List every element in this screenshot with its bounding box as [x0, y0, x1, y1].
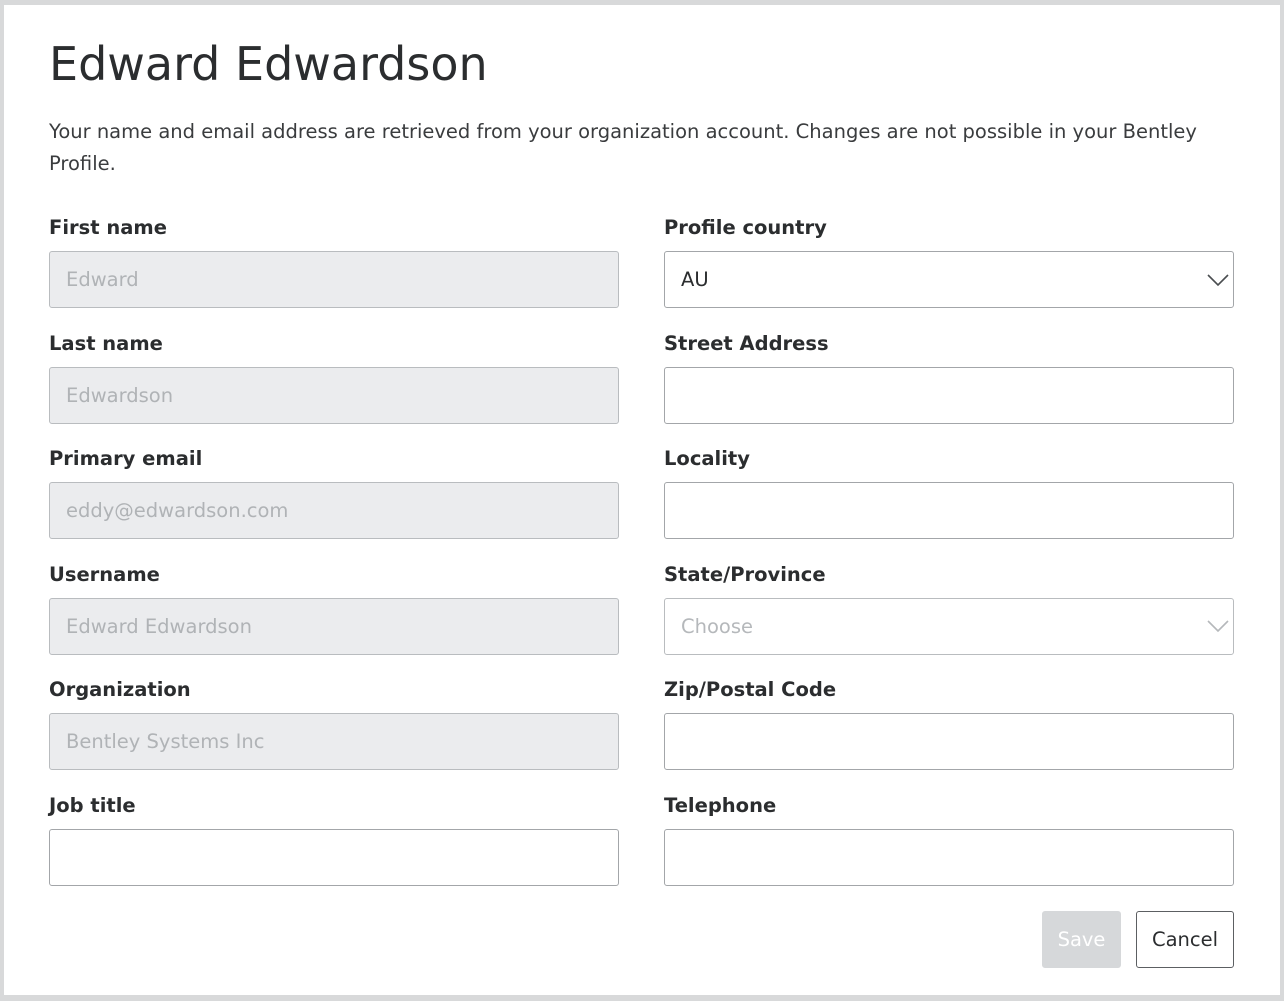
- locality-label: Locality: [664, 447, 750, 471]
- intro-text: Your name and email address are retrieve…: [49, 120, 1197, 175]
- address-info-column: Profile country AU Street Address Locali…: [664, 213, 1234, 907]
- telephone-field: Telephone: [664, 791, 1234, 907]
- zip-postal-code-field: Zip/Postal Code: [664, 675, 1234, 791]
- cancel-button[interactable]: Cancel: [1136, 911, 1234, 968]
- personal-info-column: First name Last name Primary email Usern…: [49, 213, 619, 907]
- job-title-input[interactable]: [49, 828, 619, 886]
- first-name-input: [49, 251, 619, 308]
- organization-input: [49, 713, 619, 771]
- state-province-select[interactable]: Choose: [664, 597, 1234, 655]
- job-title-field: Job title: [49, 791, 619, 907]
- primary-email-input: [49, 482, 619, 540]
- last-name-field: Last name: [49, 329, 619, 445]
- locality-input[interactable]: [664, 482, 1234, 540]
- username-label: Username: [49, 562, 160, 586]
- last-name-label: Last name: [49, 331, 163, 355]
- state-province-field: State/Province Choose: [664, 560, 1234, 676]
- primary-email-label: Primary email: [49, 447, 203, 471]
- zip-postal-code-input[interactable]: [664, 713, 1234, 771]
- zip-postal-code-label: Zip/Postal Code: [664, 678, 837, 702]
- profile-country-select[interactable]: AU: [664, 251, 1234, 308]
- form-actions: Save Cancel: [1042, 911, 1234, 968]
- chevron-down-icon: [1207, 273, 1229, 286]
- save-button[interactable]: Save: [1042, 911, 1121, 968]
- organization-field: Organization: [49, 675, 619, 791]
- organization-label: Organization: [49, 678, 191, 702]
- state-province-label: State/Province: [664, 562, 826, 586]
- locality-field: Locality: [664, 444, 1234, 560]
- job-title-label: Job title: [49, 793, 136, 817]
- first-name-field: First name: [49, 213, 619, 329]
- first-name-label: First name: [49, 216, 167, 239]
- state-province-placeholder: Choose: [681, 614, 753, 638]
- username-field: Username: [49, 560, 619, 676]
- profile-country-value: AU: [681, 268, 709, 291]
- profile-country-field: Profile country AU: [664, 213, 1234, 329]
- edit-profile-panel: Edward Edwardson Your name and email add…: [4, 5, 1280, 995]
- telephone-input[interactable]: [664, 828, 1234, 886]
- last-name-input: [49, 366, 619, 424]
- street-address-label: Street Address: [664, 331, 829, 355]
- page-title: Edward Edwardson: [49, 37, 488, 91]
- telephone-label: Telephone: [664, 793, 777, 817]
- street-address-input[interactable]: [664, 366, 1234, 424]
- street-address-field: Street Address: [664, 329, 1234, 445]
- profile-country-label: Profile country: [664, 216, 827, 239]
- chevron-down-icon: [1207, 620, 1229, 633]
- username-input: [49, 597, 619, 655]
- primary-email-field: Primary email: [49, 444, 619, 560]
